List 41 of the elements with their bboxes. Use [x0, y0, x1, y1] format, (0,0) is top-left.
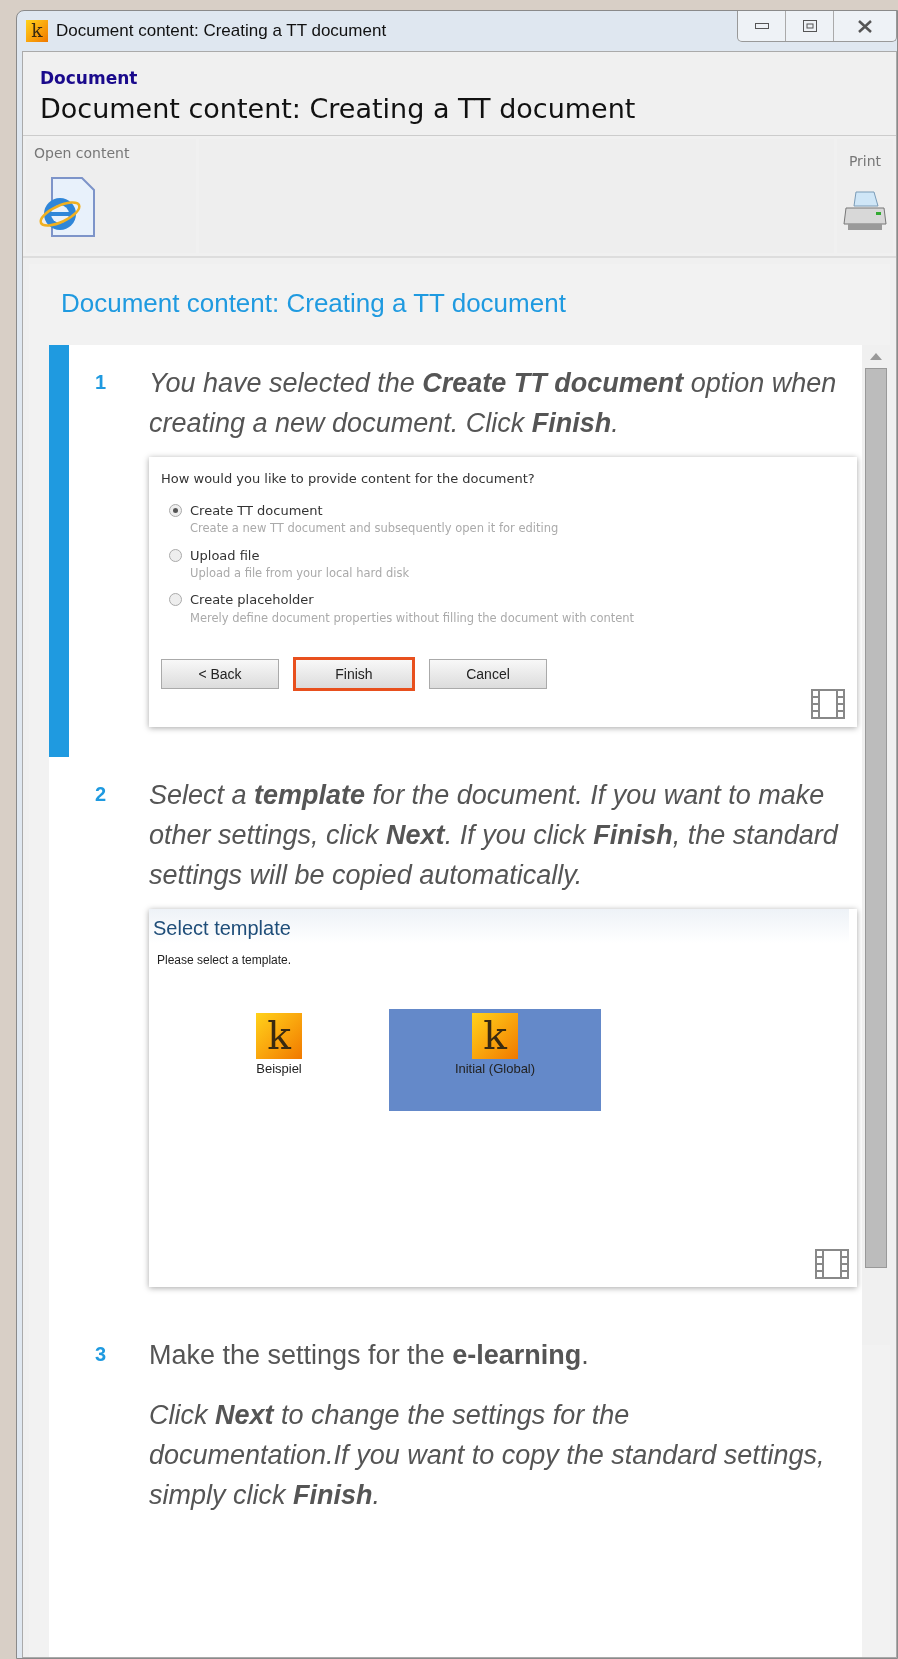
minimize-icon: [754, 23, 769, 29]
template-label: Initial (Global): [454, 1060, 536, 1078]
film-icon: [815, 1249, 849, 1279]
step-number: 1: [94, 370, 108, 396]
document-globe-icon: [38, 176, 98, 239]
close-icon: [857, 19, 873, 33]
window-title: Document content: Creating a TT document: [56, 20, 387, 43]
header-category: Document: [40, 67, 139, 90]
option-label: Create TT document: [190, 501, 324, 520]
scrollbar-thumb[interactable]: [865, 368, 887, 1269]
film-icon: [811, 689, 845, 719]
option-description: Create a new TT document and subsequently open it for editing: [190, 520, 559, 538]
dialog-title: Select template: [149, 909, 849, 943]
page-title: Document content: Creating a TT document: [60, 287, 567, 321]
option-label: Create placeholder: [190, 591, 315, 610]
option-description: Merely define document properties without filling the document with content: [190, 609, 635, 627]
template-tile[interactable]: k Beispiel: [209, 1009, 349, 1111]
step-text: You have selected the Create TT document option when creating a new document. Click Finish.: [149, 367, 838, 441]
radio-button[interactable]: [169, 503, 182, 517]
step-text: Select a template for the document. If you want to make other settings, click Next. If you click Finish, the standard settings will be copied automatically.: [149, 779, 840, 892]
dialog-question: How would you like to provide content for the document?: [161, 470, 536, 489]
k-logo-icon: k: [256, 1013, 302, 1059]
template-tile[interactable]: k Initial (Global): [389, 1009, 601, 1111]
template-label: Beispiel: [256, 1060, 302, 1078]
k-logo-icon: k: [26, 20, 48, 42]
dialog-button[interactable]: < Back: [161, 659, 279, 689]
k-logo-icon: k: [472, 1013, 518, 1059]
step-number: 3: [94, 1342, 108, 1367]
dialog-prompt: Please select a template.: [156, 952, 293, 969]
step-note: Click Next to change the settings for the documentation.If you want to copy the standard settings, simply click Finish.: [149, 1399, 826, 1512]
step-number: 2: [94, 782, 108, 807]
scroll-up-icon: [870, 353, 882, 361]
dialog-button[interactable]: Finish: [295, 659, 413, 689]
step-text: Make the settings for the e-learning.: [149, 1339, 590, 1372]
option-label: Upload file: [190, 546, 261, 565]
header-title: Document content: Creating a TT document: [40, 91, 637, 126]
radio-button[interactable]: [169, 593, 182, 607]
radio-button[interactable]: [169, 548, 182, 562]
maximize-icon: [802, 20, 817, 32]
dialog-button[interactable]: Cancel: [429, 659, 547, 689]
option-description: Upload a file from your local hard disk: [190, 565, 410, 582]
